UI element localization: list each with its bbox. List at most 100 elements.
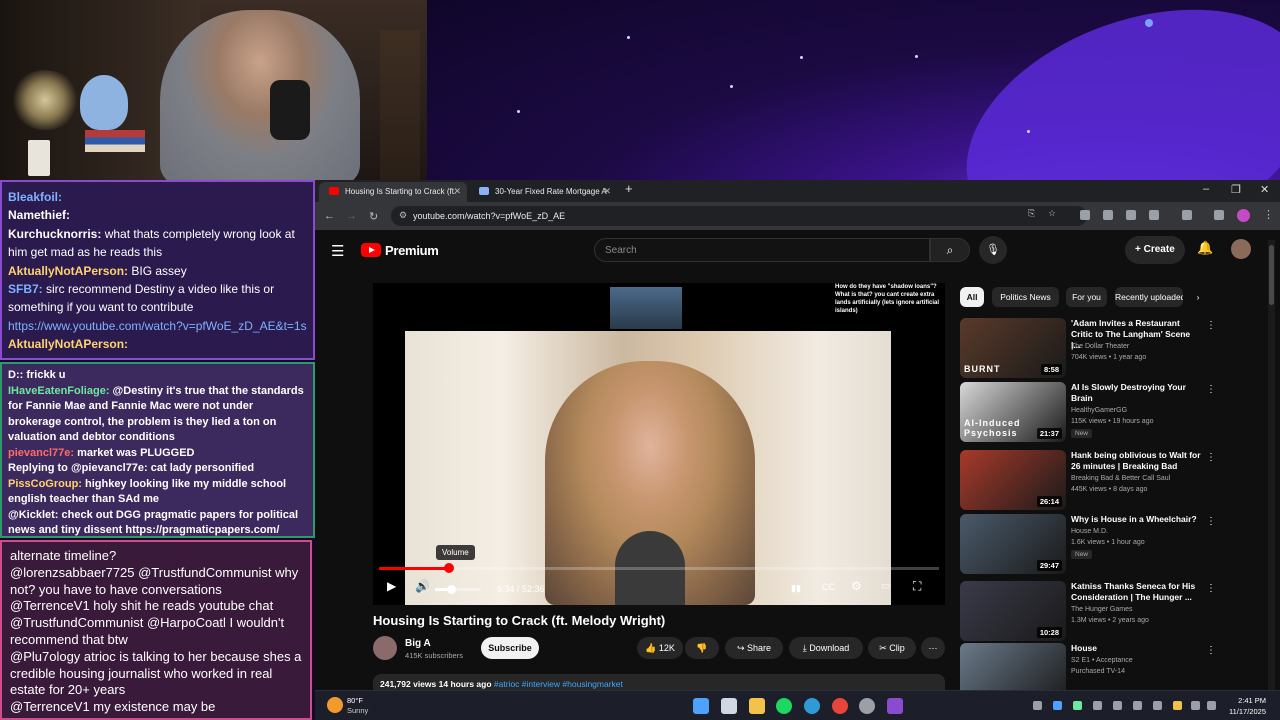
tray-app-icon[interactable]: [1173, 701, 1182, 710]
chat-username[interactable]: SFB7:: [8, 282, 46, 296]
chat-username[interactable]: @Kicklet:: [8, 509, 62, 521]
channel-name[interactable]: HealthyGamerGG: [1071, 407, 1127, 414]
voice-search-button[interactable]: 🎙: [979, 236, 1007, 264]
chat-username[interactable]: Bleakfoil:: [8, 190, 62, 204]
extension-icon[interactable]: [1080, 210, 1090, 220]
hashtags[interactable]: #atrioc #interview #housingmarket: [494, 679, 623, 689]
chip-all[interactable]: All: [960, 287, 984, 307]
video-title[interactable]: Hank being oblivious to Walt for 26 minu…: [1071, 450, 1201, 472]
recommended-video[interactable]: 26:14 Hank being oblivious to Walt for 26…: [960, 450, 1270, 512]
tray-app-icon[interactable]: [1133, 701, 1142, 710]
extension-icon[interactable]: [1126, 210, 1136, 220]
scrollbar-thumb[interactable]: [1269, 245, 1274, 305]
video-thumbnail[interactable]: 26:14: [960, 450, 1066, 510]
clip-button[interactable]: ✂ Clip: [868, 637, 916, 659]
network-icon[interactable]: [1191, 701, 1200, 710]
weather-sun-icon[interactable]: [327, 697, 343, 713]
channel-name[interactable]: House M.D.: [1071, 528, 1108, 535]
start-windows-icon[interactable]: [693, 698, 709, 714]
url-input[interactable]: ⚙ youtube.com/watch?v=pfWoE_zD_AE: [391, 206, 1087, 226]
more-options-icon[interactable]: ⋮: [1206, 452, 1216, 463]
channel-avatar[interactable]: [373, 636, 397, 660]
search-input[interactable]: Search: [594, 238, 930, 262]
more-options-icon[interactable]: ⋮: [1206, 645, 1216, 656]
channel-name[interactable]: S2 E1 • Acceptance: [1071, 657, 1133, 664]
miniplayer-icon[interactable]: ▭: [881, 581, 890, 592]
video-title[interactable]: House: [1071, 643, 1201, 654]
bookmark-star-icon[interactable]: ☆: [1048, 208, 1058, 218]
close-window-button[interactable]: ✕: [1260, 183, 1269, 196]
tab-housing[interactable]: Housing Is Starting to Crack (ft. ✕: [319, 182, 467, 202]
edge-icon[interactable]: [804, 698, 820, 714]
restore-button[interactable]: ❐: [1231, 183, 1241, 196]
tray-app-icon[interactable]: [1113, 701, 1122, 710]
like-button[interactable]: 👍 12K: [637, 637, 683, 659]
video-thumbnail[interactable]: 10:28: [960, 581, 1066, 641]
chrome-icon[interactable]: [832, 698, 848, 714]
chat-username[interactable]: AktuallyNotAPerson:: [8, 337, 128, 351]
fullscreen-icon[interactable]: ⛶: [913, 579, 921, 594]
clock[interactable]: 2:41 PM 11/17/2025: [1222, 695, 1266, 717]
recommended-video[interactable]: AI-Induced Psychosis 21:37 AI Is Slowly De…: [960, 382, 1270, 444]
more-options-icon[interactable]: ⋮: [1206, 384, 1216, 395]
back-icon[interactable]: ←: [324, 210, 335, 222]
chat-username[interactable]: PissCoGroup:: [8, 478, 85, 490]
media-icon[interactable]: [1214, 210, 1224, 220]
chip-recently-uploaded[interactable]: Recently uploaded: [1115, 287, 1183, 307]
play-icon[interactable]: ▶: [387, 579, 396, 593]
forward-icon[interactable]: →: [346, 210, 357, 222]
video-thumbnail[interactable]: AI-Induced Psychosis 21:37: [960, 382, 1066, 442]
volume-tray-icon[interactable]: [1207, 701, 1216, 710]
captions-icon[interactable]: CC: [822, 582, 835, 592]
recommended-video[interactable]: 29:47 Why is House in a Wheelchair? House …: [960, 514, 1270, 576]
video-thumbnail[interactable]: 29:47: [960, 514, 1066, 574]
tray-app-icon[interactable]: [1053, 701, 1062, 710]
volume-icon[interactable]: 🔊: [415, 579, 430, 593]
progress-scrubber[interactable]: [444, 563, 454, 573]
sidebar-icon[interactable]: [1182, 210, 1192, 220]
share-button[interactable]: ↪ Share: [725, 637, 783, 659]
dislike-button[interactable]: 👎: [685, 637, 719, 659]
progress-bar[interactable]: [379, 563, 939, 573]
chat-username[interactable]: AktuallyNotAPerson:: [8, 264, 131, 278]
channel-name[interactable]: Big A: [405, 638, 431, 649]
page-scrollbar[interactable]: [1268, 240, 1275, 720]
notifications-bell-icon[interactable]: 🔔: [1197, 240, 1213, 256]
extensions-puzzle-icon[interactable]: [1149, 210, 1159, 220]
tray-chevron-icon[interactable]: [1033, 701, 1042, 710]
steam-icon[interactable]: [859, 698, 875, 714]
close-icon[interactable]: ✕: [453, 186, 461, 197]
chat-username[interactable]: IHaveEatenFoliage:: [8, 385, 113, 397]
video-title[interactable]: Katniss Thanks Seneca for His Considerat…: [1071, 581, 1201, 603]
tab-mortgage[interactable]: 30-Year Fixed Rate Mortgage A ✕: [469, 182, 617, 202]
tray-app-icon[interactable]: [1153, 701, 1162, 710]
pause-toggle-icon[interactable]: ▮▮: [791, 583, 801, 594]
menu-dots-icon[interactable]: ⋮: [1263, 208, 1274, 221]
chat-username[interactable]: D::: [8, 369, 26, 381]
more-actions-button[interactable]: ⋯: [921, 637, 945, 659]
chat-username[interactable]: Kurchucknorris:: [8, 227, 105, 241]
volume-knob[interactable]: [447, 585, 457, 594]
chat-username[interactable]: Namethief:: [8, 208, 70, 222]
account-avatar[interactable]: [1231, 239, 1251, 259]
chip-for-you[interactable]: For you: [1066, 287, 1107, 307]
hamburger-menu-icon[interactable]: ☰: [331, 242, 344, 260]
channel-name[interactable]: The Hunger Games: [1071, 606, 1132, 613]
volume-slider[interactable]: [435, 585, 481, 594]
tray-app-icon[interactable]: [1073, 701, 1082, 710]
search-button[interactable]: ⌕: [930, 238, 970, 262]
subscribe-button[interactable]: Subscribe: [481, 637, 539, 659]
recommended-video[interactable]: BURNT 8:58 'Adam Invites a Restaurant Crit…: [960, 318, 1270, 380]
create-button[interactable]: + Create: [1125, 236, 1185, 264]
profile-avatar[interactable]: [1237, 209, 1250, 222]
task-view-icon[interactable]: [721, 698, 737, 714]
extension-icon[interactable]: [1103, 210, 1113, 220]
recommended-video[interactable]: 10:28 Katniss Thanks Seneca for His Consi…: [960, 581, 1270, 643]
chat-username[interactable]: pievancl77e:: [8, 447, 77, 459]
tray-app-icon[interactable]: [1093, 701, 1102, 710]
minimize-button[interactable]: –: [1203, 183, 1209, 195]
more-options-icon[interactable]: ⋮: [1206, 320, 1216, 331]
app-icon[interactable]: [887, 698, 903, 714]
youtube-logo[interactable]: Premium: [361, 242, 439, 258]
install-icon[interactable]: ⎘: [1028, 208, 1038, 218]
